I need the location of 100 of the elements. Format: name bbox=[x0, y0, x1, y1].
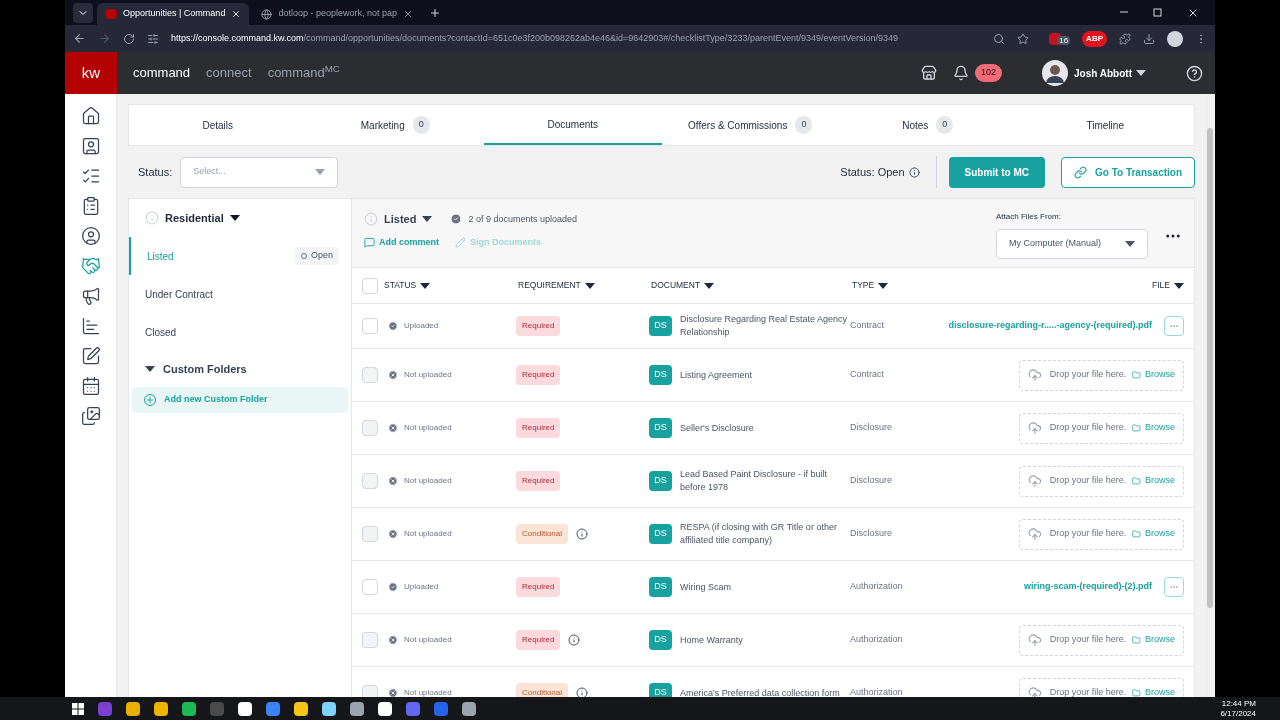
comment-icon[interactable] bbox=[364, 236, 375, 248]
taskbar-app-icon[interactable] bbox=[154, 701, 168, 716]
close-icon[interactable] bbox=[1187, 7, 1199, 19]
close-icon[interactable] bbox=[231, 9, 242, 19]
upload-cloud-icon[interactable] bbox=[1028, 473, 1042, 489]
drop-zone[interactable]: Drop your file here. Browse bbox=[1019, 518, 1184, 550]
document-name[interactable]: Wiring Scam bbox=[680, 580, 731, 594]
select-all-checkbox[interactable] bbox=[362, 277, 378, 294]
zoom-icon[interactable] bbox=[993, 32, 1006, 45]
column-header[interactable]: STATUS bbox=[384, 279, 518, 292]
document-name[interactable]: RESPA (if closing with GR Title or other affiliated title company) bbox=[680, 521, 850, 547]
restore-icon[interactable] bbox=[1153, 7, 1163, 17]
stage-item[interactable]: Closed bbox=[129, 313, 351, 351]
bookmark-icon[interactable] bbox=[1017, 32, 1030, 45]
row-checkbox[interactable] bbox=[362, 318, 378, 334]
taskbar-app-icon[interactable] bbox=[350, 701, 364, 716]
nav-link[interactable]: connect bbox=[206, 63, 252, 83]
kw-logo[interactable]: kw bbox=[65, 52, 117, 94]
calendar-icon[interactable] bbox=[80, 376, 101, 396]
taskbar-app-icon[interactable] bbox=[322, 701, 336, 716]
nav-link[interactable]: command bbox=[133, 63, 191, 83]
notification-count[interactable]: 102 bbox=[975, 64, 1003, 82]
info-icon[interactable] bbox=[576, 687, 589, 697]
stage-item[interactable]: Under Contract bbox=[129, 275, 351, 313]
profile-avatar[interactable] bbox=[1167, 30, 1183, 47]
custom-folders-heading[interactable]: Custom Folders bbox=[163, 360, 247, 378]
page-tab[interactable]: Details bbox=[129, 105, 307, 145]
stage-group[interactable]: Residential bbox=[165, 209, 224, 227]
row-checkbox[interactable] bbox=[362, 367, 378, 383]
document-name[interactable]: Home Warranty bbox=[680, 633, 743, 647]
stage-item[interactable]: Listed Open bbox=[129, 237, 351, 275]
page-tab[interactable]: Documents bbox=[484, 105, 662, 145]
page-tab[interactable]: Notes 0 bbox=[839, 105, 1017, 145]
upload-cloud-icon[interactable] bbox=[1028, 685, 1042, 697]
windows-start-icon[interactable] bbox=[72, 702, 84, 715]
upload-status: Not uploaded bbox=[404, 634, 452, 646]
user-avatar[interactable] bbox=[1042, 60, 1069, 86]
adblock-icon[interactable]: ABP bbox=[1082, 30, 1107, 47]
drop-zone[interactable]: Drop your file here. Browse bbox=[1019, 624, 1184, 656]
gallery-icon[interactable] bbox=[80, 406, 101, 426]
document-name[interactable]: Listing Agreement bbox=[680, 368, 753, 382]
contact-card-icon[interactable] bbox=[80, 136, 101, 156]
column-header[interactable]: TYPE bbox=[852, 279, 938, 292]
reload-icon[interactable] bbox=[123, 32, 135, 45]
row-checkbox[interactable] bbox=[362, 632, 378, 648]
column-header[interactable]: DOCUMENT bbox=[651, 279, 852, 292]
nav-link[interactable]: command$^{MC}$ bbox=[267, 63, 340, 83]
site-settings-icon[interactable] bbox=[147, 32, 159, 45]
taskbar-app-icon[interactable] bbox=[238, 701, 252, 716]
store-icon[interactable] bbox=[921, 65, 937, 81]
back-icon[interactable] bbox=[73, 32, 86, 45]
row-checkbox[interactable] bbox=[362, 685, 378, 697]
extension-icon[interactable] bbox=[1049, 32, 1062, 45]
page-tab[interactable]: Offers & Commissions 0 bbox=[661, 105, 839, 145]
browser-tab[interactable]: dotloop - peoplework, not pap bbox=[253, 3, 421, 25]
page-tab[interactable]: Marketing 0 bbox=[306, 105, 484, 145]
info-icon[interactable] bbox=[576, 528, 589, 540]
upload-cloud-icon[interactable] bbox=[1028, 632, 1042, 648]
row-checkbox[interactable] bbox=[362, 473, 378, 489]
browser-tab[interactable]: Opportunities | Command bbox=[97, 3, 250, 25]
drop-zone[interactable]: Drop your file here. Browse bbox=[1019, 465, 1184, 497]
link-icon[interactable] bbox=[1073, 165, 1087, 179]
document-name[interactable]: America's Preferred data collection form bbox=[680, 686, 840, 697]
address-field[interactable]: https://console.command.kw.com/command/opportunities/documents?contactId=651c0e3f200b098262ab4e46&id=9642903#/checklistType/3233/parentEvent/9349/eventVersion/9349 bbox=[171, 31, 982, 46]
taskbar-app-icon[interactable] bbox=[378, 701, 392, 716]
document-name[interactable]: Disclosure Regarding Real Estate Agency Relationship bbox=[680, 313, 850, 339]
document-name[interactable]: Seller's Disclosure bbox=[680, 421, 754, 435]
attach-select[interactable]: My Computer (Manual) bbox=[996, 229, 1148, 259]
info-icon[interactable] bbox=[908, 166, 920, 178]
new-tab-icon[interactable] bbox=[429, 7, 441, 19]
megaphone-icon[interactable] bbox=[80, 286, 101, 306]
taskbar-app-icon[interactable] bbox=[126, 701, 140, 716]
taskbar-app-icon[interactable] bbox=[462, 701, 476, 716]
page-tab[interactable]: Timeline bbox=[1016, 105, 1194, 145]
stage-dropdown[interactable]: Listed bbox=[384, 211, 417, 228]
user-name[interactable]: Josh Abbott bbox=[1074, 65, 1132, 81]
row-checkbox[interactable] bbox=[362, 579, 378, 595]
user-circle-icon[interactable] bbox=[80, 226, 101, 246]
column-header[interactable]: FILE bbox=[1152, 279, 1184, 292]
extensions-icon[interactable] bbox=[1119, 32, 1131, 45]
edit-icon[interactable] bbox=[80, 346, 101, 366]
column-header[interactable]: REQUIREMENT bbox=[518, 279, 651, 292]
handshake-icon[interactable] bbox=[80, 256, 101, 276]
bar-chart-icon[interactable] bbox=[80, 316, 101, 336]
upload-cloud-icon[interactable] bbox=[1028, 420, 1042, 436]
taskbar-app-icon[interactable] bbox=[294, 701, 308, 716]
drop-zone[interactable]: Drop your file here. Browse bbox=[1019, 412, 1184, 444]
upload-cloud-icon[interactable] bbox=[1028, 367, 1042, 383]
row-checkbox[interactable] bbox=[362, 526, 378, 542]
document-name[interactable]: Lead Based Paint Disclosure - if built before 1978 bbox=[680, 468, 850, 494]
upload-cloud-icon[interactable] bbox=[1028, 526, 1042, 542]
taskbar-app-icon[interactable] bbox=[182, 701, 196, 716]
row-checkbox[interactable] bbox=[362, 420, 378, 436]
info-icon[interactable] bbox=[568, 634, 581, 646]
download-icon[interactable] bbox=[1143, 32, 1155, 45]
close-icon[interactable] bbox=[403, 9, 413, 19]
help-icon[interactable] bbox=[1186, 64, 1203, 82]
home-icon[interactable] bbox=[80, 106, 101, 126]
bell-icon[interactable] bbox=[953, 65, 969, 81]
drop-zone[interactable]: Drop your file here. Browse bbox=[1019, 359, 1184, 391]
